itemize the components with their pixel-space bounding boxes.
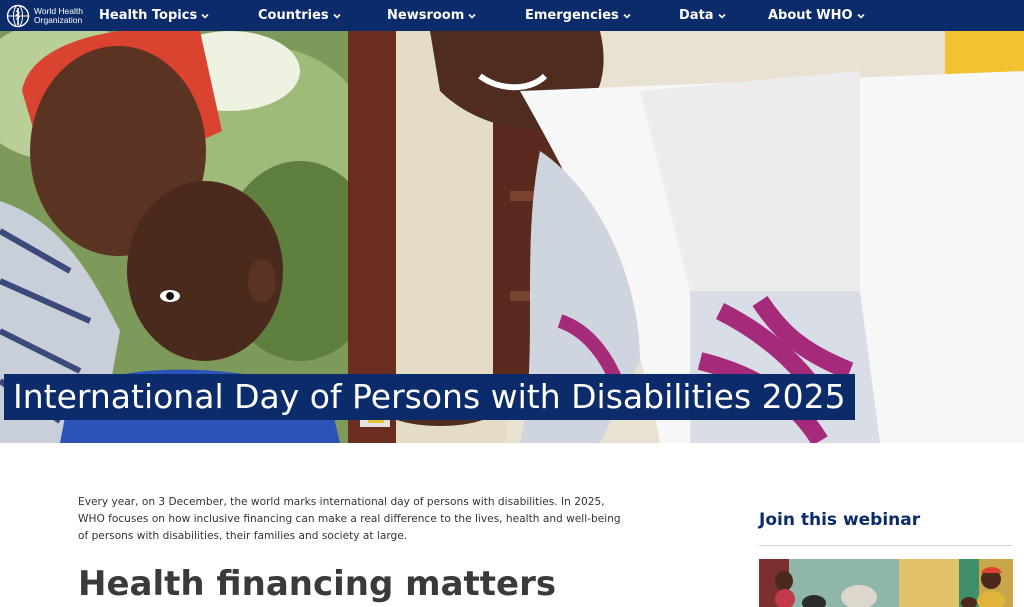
hero-title: International Day of Persons with Disabi…: [4, 374, 855, 420]
nav-item-countries[interactable]: Countries: [258, 0, 341, 31]
nav-item-about-who[interactable]: About WHO: [768, 0, 865, 31]
nav-item-data[interactable]: Data: [679, 0, 726, 31]
chevron-down-icon: [623, 13, 631, 19]
section-heading: Health financing matters: [78, 564, 557, 604]
nav-item-label: Newsroom: [387, 8, 465, 23]
webinar-heading[interactable]: Join this webinar: [759, 510, 920, 530]
nav-item-label: Data: [679, 8, 714, 23]
nav-item-label: Countries: [258, 8, 329, 23]
logo-text: World Health Organization: [34, 5, 83, 25]
intro-paragraph: Every year, on 3 December, the world mar…: [78, 496, 621, 542]
webinar-thumbnail[interactable]: [759, 559, 1013, 607]
top-navigation-bar: World Health Organization Health Topics …: [0, 0, 1024, 31]
nav-item-label: Emergencies: [525, 8, 619, 23]
nav-item-health-topics[interactable]: Health Topics: [99, 0, 209, 31]
who-logo[interactable]: World Health Organization: [6, 3, 86, 28]
chevron-down-icon: [333, 13, 341, 19]
nav-item-label: About WHO: [768, 8, 853, 23]
chevron-down-icon: [468, 13, 476, 19]
chevron-down-icon: [201, 13, 209, 19]
chevron-down-icon: [717, 13, 726, 19]
hero-banner: International Day of Persons with Disabi…: [0, 31, 1024, 443]
nav-item-label: Health Topics: [99, 8, 198, 23]
chevron-down-icon: [857, 13, 865, 19]
nav-item-emergencies[interactable]: Emergencies: [525, 0, 631, 31]
divider: [759, 545, 1013, 546]
webinar-photo: [759, 559, 1013, 607]
who-emblem-icon: [6, 4, 30, 27]
nav-item-newsroom[interactable]: Newsroom: [387, 0, 476, 31]
